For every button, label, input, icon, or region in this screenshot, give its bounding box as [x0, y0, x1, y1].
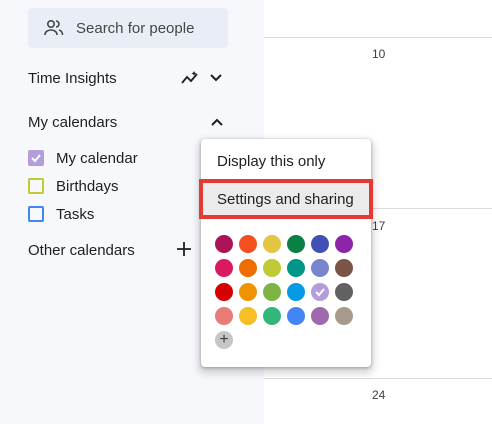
calendar-item-my-calendar[interactable]: My calendar	[28, 146, 138, 170]
checkbox-checked[interactable]	[28, 150, 44, 166]
color-swatch[interactable]	[239, 307, 257, 325]
menu-item-label: Display this only	[217, 153, 326, 170]
day-number[interactable]: 24	[372, 388, 385, 402]
check-icon	[31, 154, 41, 163]
checkbox[interactable]	[28, 178, 44, 194]
insights-icon[interactable]	[180, 69, 200, 87]
color-swatch[interactable]	[239, 235, 257, 253]
color-swatch[interactable]	[215, 307, 233, 325]
color-swatch[interactable]	[239, 283, 257, 301]
color-swatch[interactable]	[263, 259, 281, 277]
color-swatch[interactable]	[215, 283, 233, 301]
check-icon	[315, 288, 325, 297]
my-calendars-label[interactable]: My calendars	[28, 114, 117, 131]
search-people-input[interactable]: Search for people	[28, 8, 228, 48]
chevron-down-icon[interactable]	[208, 72, 224, 84]
add-custom-color-icon[interactable]: +	[215, 331, 233, 349]
color-swatch[interactable]	[287, 259, 305, 277]
calendar-options-menu: Display this only Settings and sharing +	[199, 139, 373, 367]
time-insights-label[interactable]: Time Insights	[28, 70, 117, 87]
color-swatch[interactable]	[215, 259, 233, 277]
color-swatch[interactable]	[263, 235, 281, 253]
color-swatch[interactable]	[287, 235, 305, 253]
checkbox[interactable]	[28, 206, 44, 222]
color-swatch[interactable]	[263, 283, 281, 301]
chevron-up-icon[interactable]	[209, 116, 225, 128]
day-number[interactable]: 17	[372, 219, 385, 233]
menu-item-label: Settings and sharing	[217, 191, 354, 208]
color-swatch[interactable]	[335, 307, 353, 325]
plus-icon[interactable]	[176, 241, 192, 257]
color-swatch[interactable]	[311, 235, 329, 253]
calendar-label: My calendar	[56, 149, 138, 167]
color-swatch[interactable]	[335, 283, 353, 301]
color-swatch[interactable]	[311, 307, 329, 325]
calendar-label: Tasks	[56, 205, 95, 223]
day-number[interactable]: 10	[372, 47, 385, 61]
other-calendars-label[interactable]: Other calendars	[28, 242, 135, 259]
display-this-only-item[interactable]: Display this only	[201, 143, 371, 179]
calendar-label: Birthdays	[56, 177, 119, 195]
color-swatch[interactable]	[335, 259, 353, 277]
color-swatch[interactable]	[263, 307, 281, 325]
color-swatch[interactable]	[311, 259, 329, 277]
people-icon	[44, 19, 64, 36]
color-swatch[interactable]	[335, 235, 353, 253]
color-swatch[interactable]	[311, 283, 329, 301]
calendar-item-tasks[interactable]: Tasks	[28, 202, 94, 226]
calendar-item-birthdays[interactable]: Birthdays	[28, 174, 119, 198]
color-swatch[interactable]	[215, 235, 233, 253]
settings-and-sharing-item[interactable]: Settings and sharing	[199, 179, 373, 219]
color-swatch[interactable]	[287, 307, 305, 325]
search-placeholder: Search for people	[76, 20, 195, 37]
color-swatch[interactable]	[239, 259, 257, 277]
color-swatch[interactable]	[287, 283, 305, 301]
grid-row-divider	[264, 37, 492, 38]
grid-row-divider	[264, 378, 492, 379]
